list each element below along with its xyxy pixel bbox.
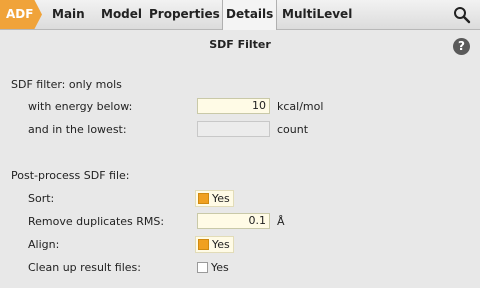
adf-label: ADF — [6, 7, 34, 21]
tab-bar: ADF Main Model Properties Details MultiL… — [0, 0, 480, 30]
tab-main[interactable]: Main — [52, 0, 85, 29]
energy-unit: kcal/mol — [277, 100, 324, 113]
rms-label: Remove duplicates RMS: — [28, 215, 165, 228]
post-process-heading: Post-process SDF file: — [11, 169, 130, 182]
tab-model[interactable]: Model — [101, 0, 142, 29]
sdf-filter-heading: SDF filter: only mols — [11, 78, 122, 91]
rms-input[interactable]: 0.1 — [197, 213, 270, 229]
sort-checkbox-wrapper[interactable]: Yes — [195, 190, 234, 207]
lowest-unit: count — [277, 123, 309, 136]
lowest-label: and in the lowest: — [28, 123, 127, 136]
sort-checkbox[interactable] — [198, 193, 209, 204]
align-checkbox-wrapper[interactable]: Yes — [195, 236, 234, 253]
align-checkbox[interactable] — [198, 239, 209, 250]
energy-input[interactable]: 10 — [197, 98, 270, 114]
sort-label: Sort: — [28, 192, 55, 205]
cleanup-checkbox[interactable] — [197, 262, 208, 273]
cleanup-option-label: Yes — [211, 261, 229, 274]
tab-properties[interactable]: Properties — [149, 0, 220, 29]
cleanup-label: Clean up result files: — [28, 261, 141, 274]
rms-unit: Å — [277, 215, 285, 228]
tab-details[interactable]: Details — [222, 0, 278, 30]
panel-title: SDF Filter — [209, 38, 271, 51]
adf-menu-button[interactable]: ADF — [0, 0, 42, 29]
help-icon[interactable]: ? — [453, 38, 470, 55]
energy-label: with energy below: — [28, 100, 133, 113]
search-icon[interactable] — [453, 6, 471, 24]
sort-option-label: Yes — [212, 192, 230, 205]
align-option-label: Yes — [212, 238, 230, 251]
lowest-count-input[interactable] — [197, 121, 270, 137]
align-label: Align: — [28, 238, 60, 251]
tab-multilevel[interactable]: MultiLevel — [282, 0, 352, 29]
